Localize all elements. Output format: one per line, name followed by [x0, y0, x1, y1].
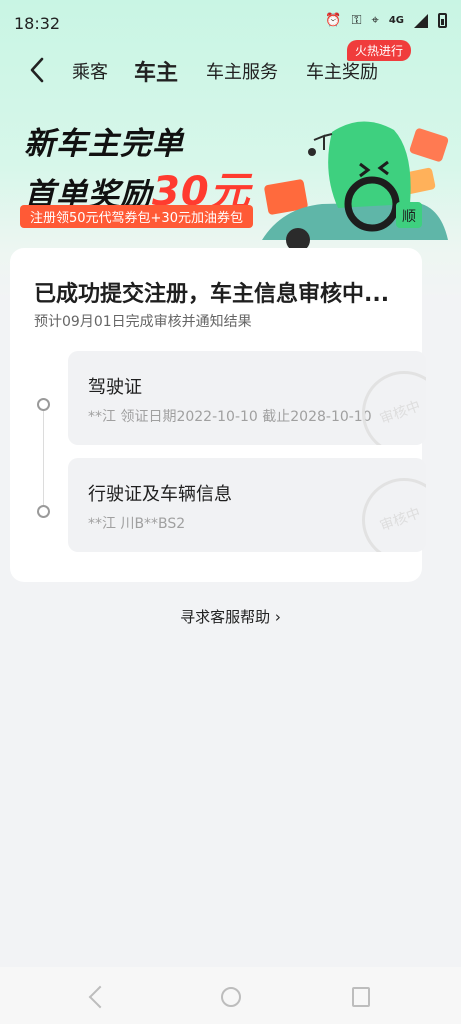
reviewing-stamp-icon: 审核中 [362, 478, 426, 552]
promo-banner[interactable]: 新车主完单 首单奖励30元 注册领50元代驾券包+30元加油券包 顺 [0, 104, 461, 254]
item-detail: **江 领证日期2022-10-10 截止2028-10-10 [88, 409, 372, 425]
back-button[interactable] [26, 56, 50, 84]
hot-badge: 火热进行 [347, 40, 412, 61]
review-eta-text: 预计09月01日完成审核并通知结果 [34, 314, 252, 330]
drivers-license-item[interactable]: 驾驶证 **江 领证日期2022-10-10 截止2028-10-10 审核中 [68, 351, 426, 445]
reviewing-stamp-icon: 审核中 [362, 371, 426, 445]
review-status-card: 已成功提交注册，车主信息审核中... 预计09月01日完成审核并通知结果 驾驶证… [10, 248, 426, 582]
item-title: 驾驶证 [88, 377, 142, 398]
tab-driver[interactable]: 车主 [134, 55, 179, 91]
item-title: 行驶证及车辆信息 [88, 484, 232, 505]
mascot-text: 顺 [402, 209, 416, 225]
tab-driver-service[interactable]: 车主服务 [206, 58, 278, 84]
system-back-icon[interactable] [88, 985, 112, 1009]
review-status-title: 已成功提交注册，车主信息审核中... [34, 282, 390, 307]
alarm-icon: ⏰ [325, 13, 342, 28]
status-time: 18:32 [14, 14, 61, 33]
car-mascot-illustration: 顺 [262, 121, 449, 252]
customer-service-help-link[interactable]: 寻求客服帮助 › [0, 606, 461, 627]
tab-passenger[interactable]: 乘客 [72, 58, 108, 84]
battery-icon [438, 13, 447, 28]
system-navigation-bar [0, 967, 461, 1024]
chevron-left-icon [30, 57, 44, 83]
tab-driver-label: 车主 [134, 61, 179, 86]
banner-title-line1: 新车主完单 [24, 126, 184, 162]
location-icon: ⌖ [371, 13, 379, 28]
timeline-line [43, 406, 44, 512]
timeline-dot [37, 398, 50, 411]
tab-driver-rewards[interactable]: 车主奖励 [306, 58, 378, 84]
system-recents-icon[interactable] [352, 987, 370, 1007]
signal-icon [414, 13, 428, 28]
key-icon: ⚿ [351, 13, 362, 28]
item-detail: **江 川B**BS2 [88, 516, 186, 532]
network-label: 4G [388, 15, 404, 26]
system-home-icon[interactable] [221, 987, 241, 1007]
status-icons: ⏰ ⚿ ⌖ 4G [325, 13, 447, 28]
timeline-dot [37, 505, 50, 518]
stamp-text: 审核中 [377, 398, 423, 428]
banner-subtitle: 注册领50元代驾券包+30元加油券包 [20, 205, 253, 228]
vehicle-license-item[interactable]: 行驶证及车辆信息 **江 川B**BS2 审核中 [68, 458, 426, 552]
stamp-text: 审核中 [377, 505, 423, 535]
